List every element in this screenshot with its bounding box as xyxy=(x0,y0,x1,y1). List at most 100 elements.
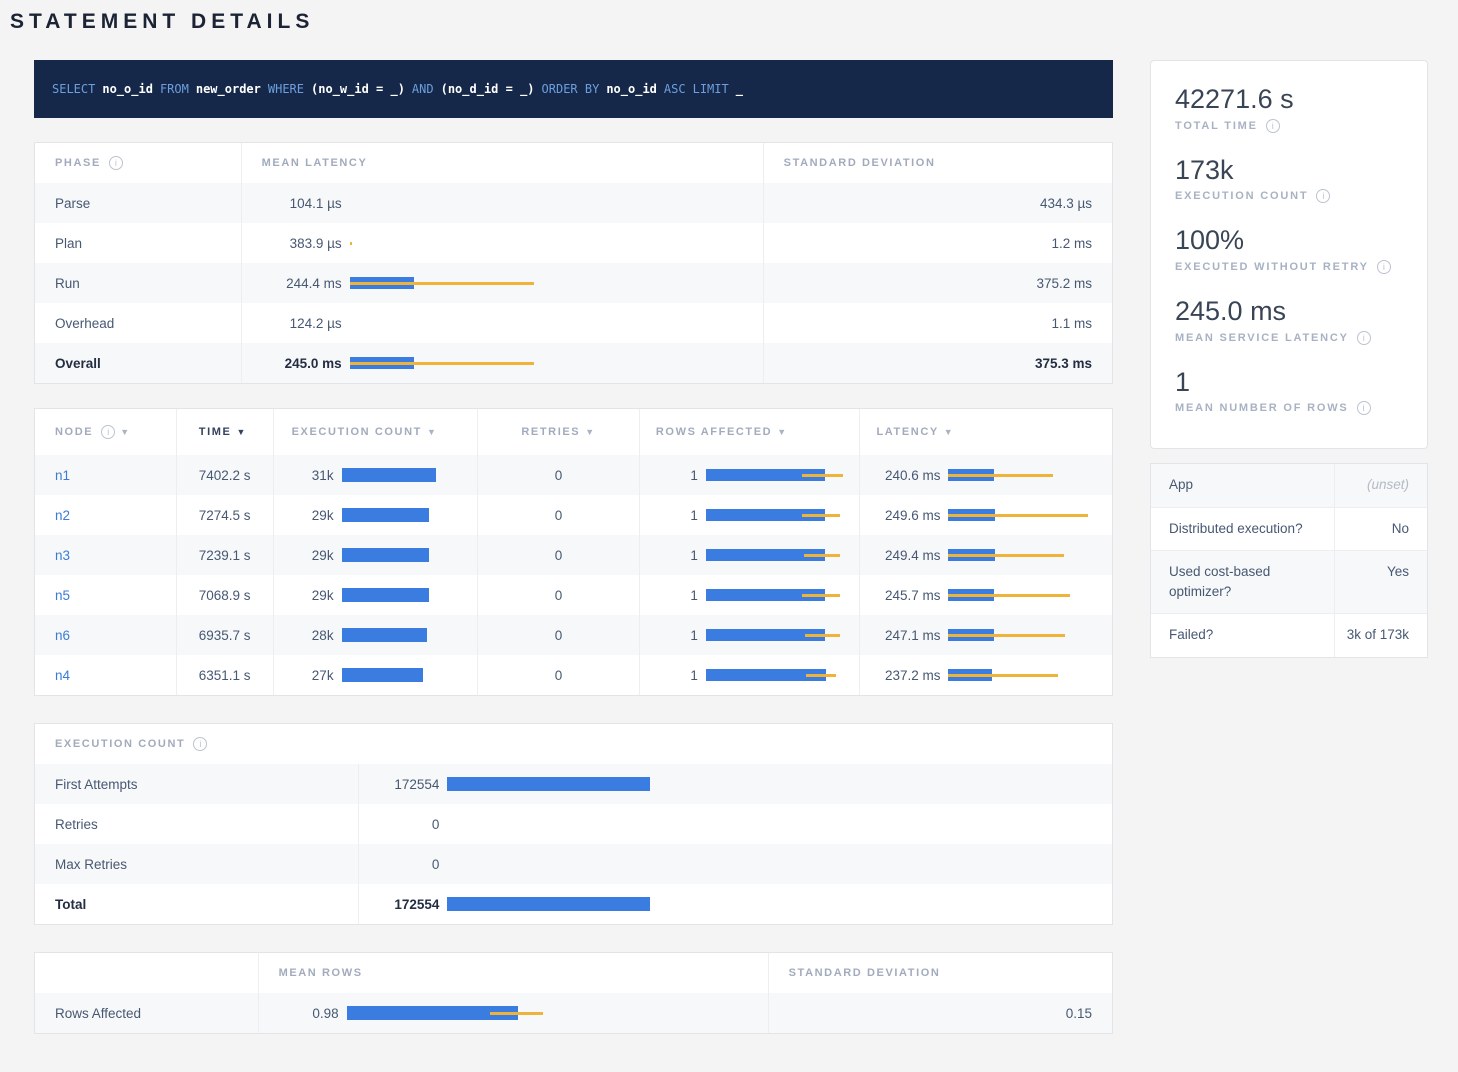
exec-count-value: 29k xyxy=(290,508,334,523)
node-link[interactable]: n3 xyxy=(55,548,70,563)
latency-bar xyxy=(948,467,1100,483)
info-icon[interactable]: i xyxy=(193,737,207,751)
info-icon[interactable]: i xyxy=(1357,331,1371,345)
sql-token: no_o_id xyxy=(102,82,153,96)
sort-arrow-icon: ▼ xyxy=(236,427,247,437)
sql-token: _ xyxy=(736,82,743,96)
stat-value: 1 xyxy=(1175,368,1403,398)
exec-count-value: 31k xyxy=(290,468,334,483)
rows-affected-bar xyxy=(706,667,848,683)
table-row: Run 244.4 ms 375.2 ms xyxy=(35,263,1112,303)
table-row-total: Total 172554 xyxy=(35,884,1112,924)
retries-value: 0 xyxy=(477,455,639,495)
info-icon[interactable]: i xyxy=(1357,401,1371,415)
stat-total-time: 42271.6 s TOTAL TIME i xyxy=(1175,85,1403,133)
latency-value: 237.2 ms xyxy=(872,668,940,683)
time-value: 7274.5 s xyxy=(176,495,273,535)
node-row: n6 6935.7 s 28k 0 1 247.1 ms xyxy=(35,615,1112,655)
exec-count-bar xyxy=(342,507,466,523)
rows-affected-label: Rows Affected xyxy=(35,993,258,1033)
retries-column-header[interactable]: RETRIES ▼ xyxy=(477,409,639,455)
info-icon[interactable]: i xyxy=(109,156,123,170)
node-column-header[interactable]: NODE i ▼ xyxy=(35,409,176,455)
node-header-label: NODE xyxy=(55,426,93,438)
exec-row-value: 172554 xyxy=(369,897,439,912)
mean-rows-value: 0.98 xyxy=(269,1006,339,1021)
time-column-header[interactable]: TIME ▼ xyxy=(176,409,273,455)
exec-count-bar xyxy=(342,667,466,683)
rows-affected-value: 1 xyxy=(654,548,698,563)
sort-arrow-icon: ▼ xyxy=(585,427,596,437)
latency-column-header[interactable]: LATENCY ▼ xyxy=(859,409,1112,455)
phase-label: Overhead xyxy=(35,303,241,343)
node-link[interactable]: n2 xyxy=(55,508,70,523)
latency-bar xyxy=(948,507,1100,523)
exec-count-bar xyxy=(342,547,466,563)
phase-latency-table: PHASE i MEAN LATENCY STANDARD DEVIATION … xyxy=(34,142,1113,384)
stat-label: MEAN SERVICE LATENCY xyxy=(1175,332,1349,344)
node-link[interactable]: n5 xyxy=(55,588,70,603)
exec-count-value: 28k xyxy=(290,628,334,643)
sql-token: ASC xyxy=(664,82,686,96)
exec-row-label: Max Retries xyxy=(35,844,358,884)
execution-count-column-header[interactable]: EXECUTION COUNT ▼ xyxy=(273,409,478,455)
retries-value: 0 xyxy=(477,495,639,535)
node-link[interactable]: n1 xyxy=(55,468,70,483)
latency-value: 247.1 ms xyxy=(872,628,940,643)
sql-token: no_o_id xyxy=(606,82,657,96)
exec-row-label: First Attempts xyxy=(35,764,358,804)
exec-count-value: 29k xyxy=(290,588,334,603)
info-icon[interactable]: i xyxy=(101,425,115,439)
exec-count-bar xyxy=(447,816,1100,832)
sql-token: ORDER BY xyxy=(542,82,600,96)
std-dev-value: 1.2 ms xyxy=(763,223,1112,263)
execution-count-table: EXECUTION COUNT i First Attempts 172554 … xyxy=(34,723,1113,925)
retries-value: 0 xyxy=(477,655,639,695)
latency-bar xyxy=(350,235,751,251)
stat-label: EXECUTION COUNT xyxy=(1175,190,1308,202)
latency-bar xyxy=(948,667,1100,683)
exec-count-bar xyxy=(447,896,1100,912)
info-icon[interactable]: i xyxy=(1266,119,1280,133)
standard-deviation-column-header: STANDARD DEVIATION xyxy=(768,953,1112,993)
node-link[interactable]: n6 xyxy=(55,628,70,643)
sql-token: SELECT xyxy=(52,82,95,96)
detail-row-failed: Failed? 3k of 173k xyxy=(1151,613,1427,656)
rows-affected-column-header[interactable]: ROWS AFFECTED ▼ xyxy=(639,409,860,455)
exec-row-value: 0 xyxy=(369,817,439,832)
info-icon[interactable]: i xyxy=(1316,189,1330,203)
rows-affected-bar xyxy=(706,467,848,483)
sort-arrow-icon: ▼ xyxy=(944,427,955,437)
content: SELECT no_o_id FROM new_order WHERE (no_… xyxy=(34,60,1428,1034)
mean-rows-column-header: MEAN ROWS xyxy=(258,953,768,993)
retries-value: 0 xyxy=(477,615,639,655)
stat-label: TOTAL TIME xyxy=(1175,120,1258,132)
table-row: Max Retries 0 xyxy=(35,844,1112,884)
detail-value: No xyxy=(1334,508,1427,550)
detail-row-cost-based-optimizer: Used cost-based optimizer? Yes xyxy=(1151,550,1427,614)
rows-affected-value: 1 xyxy=(654,468,698,483)
latency-value: 249.6 ms xyxy=(872,508,940,523)
sort-arrow-icon: ▼ xyxy=(120,427,131,437)
rows-affected-value: 1 xyxy=(654,588,698,603)
node-row: n3 7239.1 s 29k 0 1 249.4 ms xyxy=(35,535,1112,575)
exec-row-value: 172554 xyxy=(369,777,439,792)
retries-value: 0 xyxy=(477,575,639,615)
exec-count-bar xyxy=(342,467,466,483)
exec-count-bar xyxy=(447,856,1100,872)
detail-value: (unset) xyxy=(1334,464,1427,506)
detail-label: Used cost-based optimizer? xyxy=(1151,551,1334,614)
rows-affected-bar xyxy=(706,507,848,523)
std-dev-value: 0.15 xyxy=(768,993,1112,1033)
table-row: Overhead 124.2 µs 1.1 ms xyxy=(35,303,1112,343)
info-icon[interactable]: i xyxy=(1377,260,1391,274)
phase-label: Plan xyxy=(35,223,241,263)
time-header-label: TIME xyxy=(199,426,232,438)
sql-token: AND xyxy=(412,82,434,96)
stat-value: 42271.6 s xyxy=(1175,85,1403,115)
detail-row-distributed-execution: Distributed execution? No xyxy=(1151,507,1427,550)
std-dev-value: 375.2 ms xyxy=(763,263,1112,303)
sql-token: LIMIT xyxy=(693,82,729,96)
mean-latency-value: 124.2 µs xyxy=(262,316,342,331)
node-link[interactable]: n4 xyxy=(55,668,70,683)
